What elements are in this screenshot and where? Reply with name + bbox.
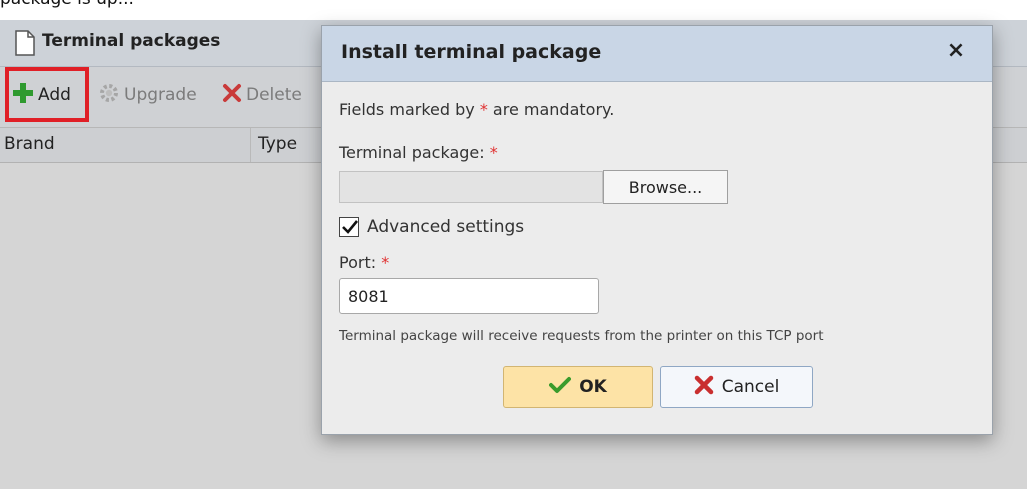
panel-title: Terminal packages xyxy=(42,31,221,51)
gear-icon xyxy=(98,82,120,109)
column-brand[interactable]: Brand xyxy=(4,134,55,154)
cancel-label: Cancel xyxy=(721,377,780,397)
document-icon xyxy=(14,30,36,56)
port-input[interactable] xyxy=(339,278,599,314)
port-label-text: Port: xyxy=(339,253,377,272)
required-star: * xyxy=(381,253,390,272)
delete-label: Delete xyxy=(246,85,302,105)
checkmark-icon xyxy=(549,376,572,399)
install-dialog: Install terminal package × Fields marked… xyxy=(321,25,993,435)
cancel-button[interactable]: Cancel xyxy=(660,366,813,408)
required-star: * xyxy=(489,143,498,162)
terminal-package-label: Terminal package: * xyxy=(339,143,498,162)
add-button[interactable]: Add xyxy=(12,79,71,111)
port-label: Port: * xyxy=(339,253,389,272)
checkmark-icon xyxy=(342,220,359,234)
browse-button[interactable]: Browse... xyxy=(603,170,728,204)
advanced-settings-row: Advanced settings xyxy=(339,214,524,240)
upgrade-label: Upgrade xyxy=(124,85,197,105)
required-star: * xyxy=(479,100,488,119)
partial-top-text: package is up... xyxy=(0,0,134,9)
plus-icon xyxy=(12,82,34,109)
column-separator xyxy=(250,128,251,162)
upgrade-button[interactable]: Upgrade xyxy=(98,79,197,111)
dialog-header: Install terminal package × xyxy=(322,26,992,82)
delete-button[interactable]: Delete xyxy=(222,79,302,111)
mandatory-note-text: Fields marked by xyxy=(339,100,475,119)
ok-button[interactable]: OK xyxy=(503,366,653,408)
advanced-settings-label: Advanced settings xyxy=(367,217,525,237)
close-icon[interactable]: × xyxy=(942,36,970,66)
delete-icon xyxy=(222,83,242,108)
mandatory-note-suffix: are mandatory. xyxy=(492,100,615,119)
column-type[interactable]: Type xyxy=(258,134,297,154)
dialog-title: Install terminal package xyxy=(341,41,602,63)
terminal-package-file-field[interactable] xyxy=(339,171,603,203)
advanced-settings-checkbox[interactable] xyxy=(339,217,359,237)
terminal-package-label-text: Terminal package: xyxy=(339,143,485,162)
cancel-x-icon xyxy=(694,375,714,400)
mandatory-note: Fields marked by * are mandatory. xyxy=(339,100,614,119)
add-label: Add xyxy=(38,85,71,105)
ok-label: OK xyxy=(579,377,607,397)
port-hint: Terminal package will receive requests f… xyxy=(339,328,824,344)
